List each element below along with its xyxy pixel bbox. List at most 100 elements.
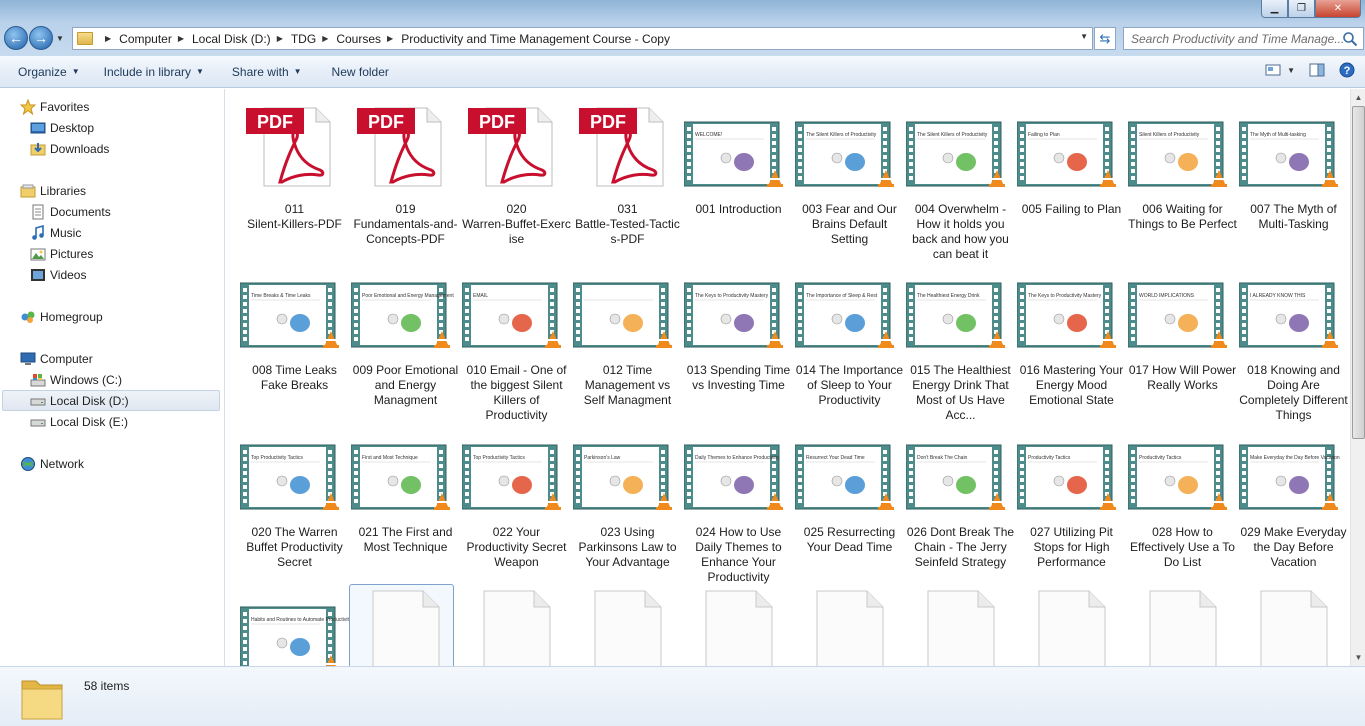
video-file-item[interactable]: Top Productivity Tactics 022 Your Product… <box>462 423 571 573</box>
chevron-right-icon[interactable]: ▶ <box>277 34 283 43</box>
recent-pages-dropdown[interactable]: ▼ <box>56 34 64 43</box>
svg-text:Daily Themes to Enhance Produc: Daily Themes to Enhance Productivity <box>695 455 780 461</box>
nav-local-disk-d[interactable]: Local Disk (D:) <box>2 390 220 411</box>
scroll-thumb[interactable] <box>1352 106 1365 439</box>
pdf-file-icon: PDF <box>468 107 553 187</box>
video-file-item[interactable]: The Importance of Sleep & Rest 014 The Im… <box>795 261 904 411</box>
address-bar[interactable]: ▶ Computer ▶ Local Disk (D:) ▶ TDG ▶ Course… <box>72 27 1093 50</box>
video-file-item[interactable]: Habits and Routines to Automate Producti… <box>240 585 349 666</box>
breadcrumb-local-disk-d[interactable]: Local Disk (D:) ▶ <box>192 32 291 46</box>
breadcrumb-computer[interactable]: Computer ▶ <box>119 32 192 46</box>
video-file-item[interactable]: The Keys to Productivity Mastery 016 Mast… <box>1017 261 1126 411</box>
video-file-item[interactable]: EMAIL 010 Email - One of the biggest Sile… <box>462 261 571 422</box>
nav-local-disk-e[interactable]: Local Disk (E:) <box>30 412 128 432</box>
nav-libraries[interactable]: Libraries <box>20 181 86 201</box>
chevron-right-icon[interactable]: ▶ <box>322 34 328 43</box>
nav-music[interactable]: Music <box>30 223 81 243</box>
change-view-button[interactable]: ▼ <box>1265 62 1295 78</box>
include-in-library-button[interactable]: Include in library ▼ <box>104 65 204 79</box>
search-input[interactable]: Search Productivity and Time Manage... <box>1123 27 1364 50</box>
breadcrumb-current-folder[interactable]: Productivity and Time Management Course … <box>401 32 670 46</box>
blank-file-icon <box>1260 590 1328 666</box>
minimize-button[interactable]: ▁ <box>1261 0 1288 18</box>
file-item[interactable] <box>906 585 1015 666</box>
video-file-item[interactable]: Make Everyday the Day Before Vacation 029… <box>1239 423 1348 573</box>
pdf-file-item[interactable]: PDF 019 Fundamentals-and-Concepts-PDF <box>351 100 460 250</box>
new-folder-button[interactable]: New folder <box>332 65 389 79</box>
video-file-item[interactable]: Productivity Tactics 027 Utilizing Pit St… <box>1017 423 1126 573</box>
nav-favorites[interactable]: Favorites <box>20 97 89 117</box>
video-file-item[interactable]: 012 Time Management vs Self Managment <box>573 261 682 411</box>
address-dropdown-icon[interactable]: ▼ <box>1080 32 1088 41</box>
pdf-file-item[interactable]: PDF 031 Battle-Tested-Tactics-PDF <box>573 100 682 250</box>
organize-button[interactable]: Organize ▼ <box>18 65 80 79</box>
nav-computer[interactable]: Computer <box>20 349 93 369</box>
scroll-down-button[interactable]: ▼ <box>1351 649 1365 666</box>
maximize-button[interactable]: ❐ <box>1288 0 1315 18</box>
chevron-down-icon: ▼ <box>1287 65 1295 75</box>
nav-pictures[interactable]: Pictures <box>30 244 93 264</box>
video-file-item[interactable]: Poor Emotional and Energy Management 009 … <box>351 261 460 411</box>
video-file-icon: The Keys to Productivity Mastery <box>684 282 783 348</box>
breadcrumb-tdg[interactable]: TDG ▶ <box>291 32 337 46</box>
nav-desktop[interactable]: Desktop <box>30 118 94 138</box>
video-file-item[interactable]: Parkinson's Law 023 Using Parkinsons Law … <box>573 423 682 573</box>
pdf-file-item[interactable]: PDF 011 Silent-Killers-PDF <box>240 100 349 250</box>
nav-downloads[interactable]: Downloads <box>30 139 109 159</box>
video-file-item[interactable]: Silent Killers of Productivity 006 Waitin… <box>1128 100 1237 250</box>
back-button[interactable]: ← <box>4 26 28 50</box>
video-file-item[interactable]: The Keys to Productivity Mastery 013 Spen… <box>684 261 793 411</box>
nav-network[interactable]: Network <box>20 454 84 474</box>
video-file-item[interactable]: Daily Themes to Enhance Productivity 024 … <box>684 423 793 584</box>
file-name: 010 Email - One of the biggest Silent Ki… <box>466 363 567 422</box>
file-item[interactable] <box>462 585 571 666</box>
video-file-item[interactable]: Don't Break The Chain 026 Dont Break The … <box>906 423 1015 573</box>
file-item[interactable] <box>795 585 904 666</box>
refresh-icon: ⇆ <box>1099 30 1111 46</box>
share-with-button[interactable]: Share with ▼ <box>232 65 302 79</box>
video-file-item[interactable]: First and Most Technique 021 The First an… <box>351 423 460 573</box>
file-item[interactable] <box>349 584 460 666</box>
video-file-item[interactable]: Time Breaks & Time Leaks 008 Time Leaks F… <box>240 261 349 411</box>
file-item[interactable] <box>573 585 682 666</box>
video-file-item[interactable]: The Healthiest Energy Drink 015 The Healt… <box>906 261 1015 422</box>
blank-file-icon <box>816 590 884 666</box>
video-file-item[interactable]: Failing to Plan 005 Failing to Plan <box>1017 100 1126 250</box>
video-file-item[interactable]: The Silent Killers of Productivity 004 Ov… <box>906 100 1015 261</box>
video-file-item[interactable]: I ALREADY KNOW THIS 018 Knowing and Doing… <box>1239 261 1348 422</box>
help-icon[interactable]: ? <box>1339 62 1355 78</box>
refresh-button[interactable]: ⇆ <box>1094 27 1116 50</box>
video-file-item[interactable]: WELCOME! 001 Introduction <box>684 100 793 250</box>
chevron-right-icon[interactable]: ▶ <box>178 34 184 43</box>
file-item[interactable] <box>1017 585 1126 666</box>
close-button[interactable]: ✕ <box>1315 0 1361 18</box>
video-file-item[interactable]: Productivity Tactics 028 How to Effective… <box>1128 423 1237 573</box>
forward-button[interactable]: → <box>29 26 53 50</box>
svg-text:PDF: PDF <box>257 112 293 132</box>
nav-videos[interactable]: Videos <box>30 265 86 285</box>
vertical-scrollbar[interactable]: ▲ ▼ <box>1350 89 1365 666</box>
pdf-file-icon: PDF <box>246 107 331 187</box>
video-file-item[interactable]: Top Productivity Tactics 020 The Warren B… <box>240 423 349 573</box>
video-file-icon: Poor Emotional and Energy Management <box>351 282 454 348</box>
nav-documents[interactable]: Documents <box>30 202 111 222</box>
file-item[interactable] <box>684 585 793 666</box>
pdf-file-item[interactable]: PDF 020 Warren-Buffet-Exercise <box>462 100 571 250</box>
video-file-icon: WORLD IMPLICATIONS <box>1128 282 1227 348</box>
video-file-item[interactable]: The Silent Killers of Productivity 003 Fe… <box>795 100 904 250</box>
breadcrumb-courses[interactable]: Courses ▶ <box>336 32 401 46</box>
video-file-item[interactable]: The Myth of Multi-tasking 007 The Myth of… <box>1239 100 1348 250</box>
folder-icon <box>21 680 63 720</box>
file-item[interactable] <box>1128 585 1237 666</box>
chevron-right-icon[interactable]: ▶ <box>105 34 111 43</box>
nav-windows-c[interactable]: Windows (C:) <box>30 370 122 390</box>
scroll-up-button[interactable]: ▲ <box>1351 89 1365 106</box>
video-file-icon: The Silent Killers of Productivity <box>795 121 894 187</box>
svg-text:Time Breaks & Time Leaks: Time Breaks & Time Leaks <box>251 293 311 299</box>
preview-pane-icon[interactable] <box>1309 62 1325 78</box>
video-file-item[interactable]: Resurrect Your Dead Time 025 Resurrecting… <box>795 423 904 573</box>
file-item[interactable] <box>1239 585 1348 666</box>
video-file-item[interactable]: WORLD IMPLICATIONS 017 How Will Power Rea… <box>1128 261 1237 411</box>
chevron-right-icon[interactable]: ▶ <box>387 34 393 43</box>
nav-homegroup[interactable]: Homegroup <box>20 307 103 327</box>
